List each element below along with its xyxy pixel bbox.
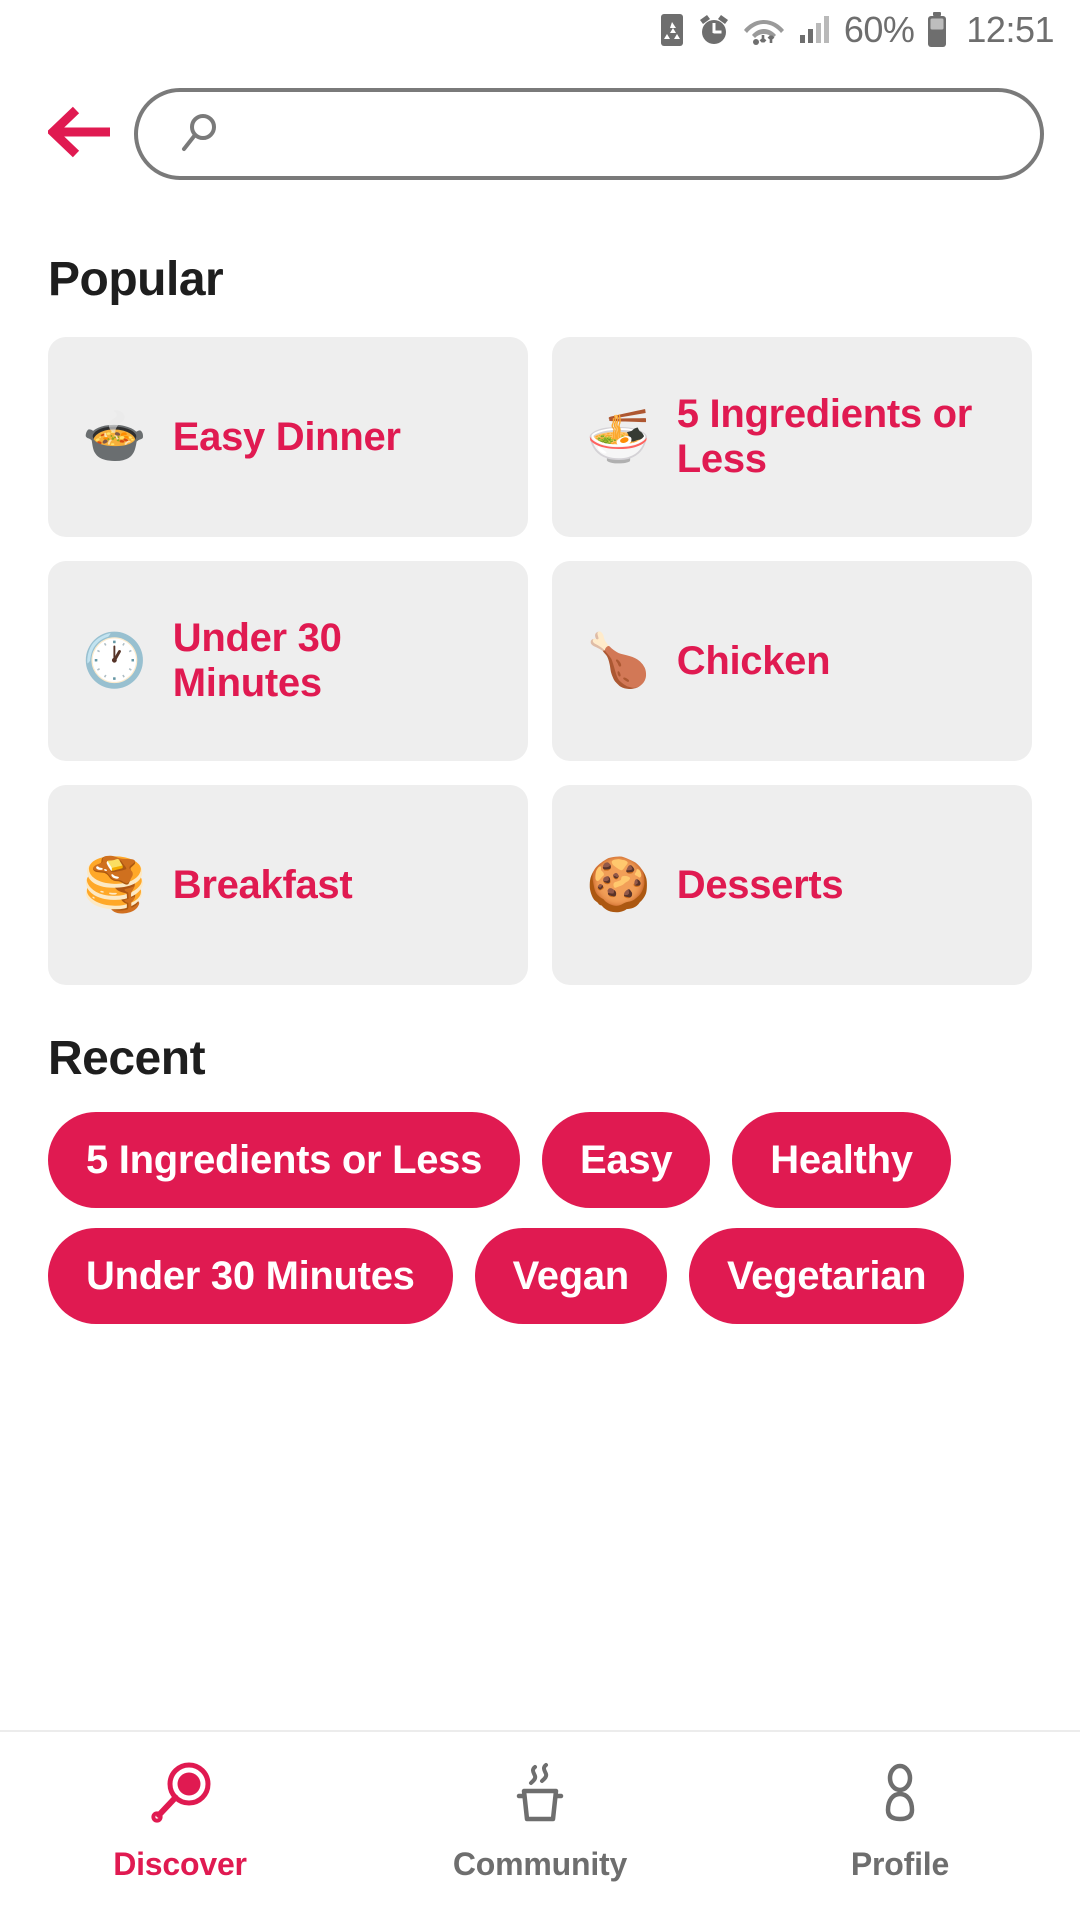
battery-percent-label: 60% bbox=[843, 9, 915, 50]
app-screen: 60% 12:51 Popular 🍲 Easy Dinner 🍜 5 Ingr… bbox=[0, 0, 1080, 1920]
clock-emoji: 🕐 bbox=[82, 631, 147, 691]
nav-item-discover[interactable]: Discover bbox=[0, 1758, 360, 1883]
steaming-noodles-emoji: 🍜 bbox=[586, 407, 651, 467]
poultry-leg-emoji: 🍗 bbox=[586, 631, 651, 691]
recent-chip[interactable]: Vegetarian bbox=[688, 1228, 965, 1324]
popular-section-title: Popular bbox=[48, 253, 224, 306]
search-input[interactable] bbox=[240, 92, 1012, 176]
category-card-desserts[interactable]: 🍪 Desserts bbox=[552, 785, 1032, 985]
category-card-breakfast[interactable]: 🥞 Breakfast bbox=[48, 785, 528, 985]
recent-chip[interactable]: Healthy bbox=[732, 1112, 951, 1208]
search-header bbox=[0, 60, 1080, 210]
category-card-5-ingredients-or-less[interactable]: 🍜 5 Ingredients or Less bbox=[552, 337, 1032, 537]
category-label: 5 Ingredients or Less bbox=[676, 392, 973, 481]
recent-section-title: Recent bbox=[48, 1032, 206, 1085]
cookie-emoji: 🍪 bbox=[586, 855, 651, 915]
popular-grid: 🍲 Easy Dinner 🍜 5 Ingredients or Less 🕐 … bbox=[48, 337, 1032, 985]
bottom-navigation: Discover Community Profile bbox=[0, 1730, 1080, 1920]
category-label: Chicken bbox=[676, 638, 831, 683]
pot-of-food-emoji: 🍲 bbox=[82, 407, 147, 467]
back-arrow-icon bbox=[46, 104, 114, 165]
pancakes-emoji: 🥞 bbox=[82, 855, 147, 915]
search-bar[interactable] bbox=[134, 88, 1044, 180]
recent-chip[interactable]: Vegan bbox=[474, 1228, 667, 1324]
nav-label: Profile bbox=[850, 1846, 950, 1882]
category-label: Desserts bbox=[676, 862, 844, 907]
frying-pan-icon bbox=[144, 1758, 216, 1830]
recent-chip[interactable]: Under 30 Minutes bbox=[48, 1228, 453, 1324]
back-button[interactable] bbox=[36, 89, 126, 179]
person-icon bbox=[864, 1758, 936, 1830]
battery-icon bbox=[925, 11, 949, 49]
nav-label: Discover bbox=[113, 1846, 247, 1882]
recent-chip[interactable]: Easy bbox=[542, 1112, 711, 1208]
category-card-easy-dinner[interactable]: 🍲 Easy Dinner bbox=[48, 337, 528, 537]
recent-chip[interactable]: 5 Ingredients or Less bbox=[48, 1112, 521, 1208]
category-card-chicken[interactable]: 🍗 Chicken bbox=[552, 561, 1032, 761]
category-label: Easy Dinner bbox=[172, 414, 401, 459]
category-card-under-30-minutes[interactable]: 🕐 Under 30 Minutes bbox=[48, 561, 528, 761]
nav-item-profile[interactable]: Profile bbox=[720, 1758, 1080, 1883]
search-icon bbox=[178, 111, 222, 157]
battery-saver-icon bbox=[658, 12, 686, 48]
nav-item-community[interactable]: Community bbox=[360, 1758, 720, 1883]
recent-chips: 5 Ingredients or Less Easy Healthy Under… bbox=[48, 1112, 1032, 1324]
cellular-signal-icon bbox=[797, 13, 833, 47]
main-content: Popular 🍲 Easy Dinner 🍜 5 Ingredients or… bbox=[0, 210, 1080, 1730]
nav-label: Community bbox=[452, 1846, 628, 1882]
cooking-pot-icon bbox=[504, 1758, 576, 1830]
category-label: Under 30 Minutes bbox=[172, 616, 342, 705]
category-label: Breakfast bbox=[172, 862, 353, 907]
wifi-icon bbox=[742, 12, 786, 48]
alarm-icon bbox=[697, 12, 731, 48]
clock-label: 12:51 bbox=[966, 9, 1054, 50]
status-bar: 60% 12:51 bbox=[0, 0, 1080, 60]
